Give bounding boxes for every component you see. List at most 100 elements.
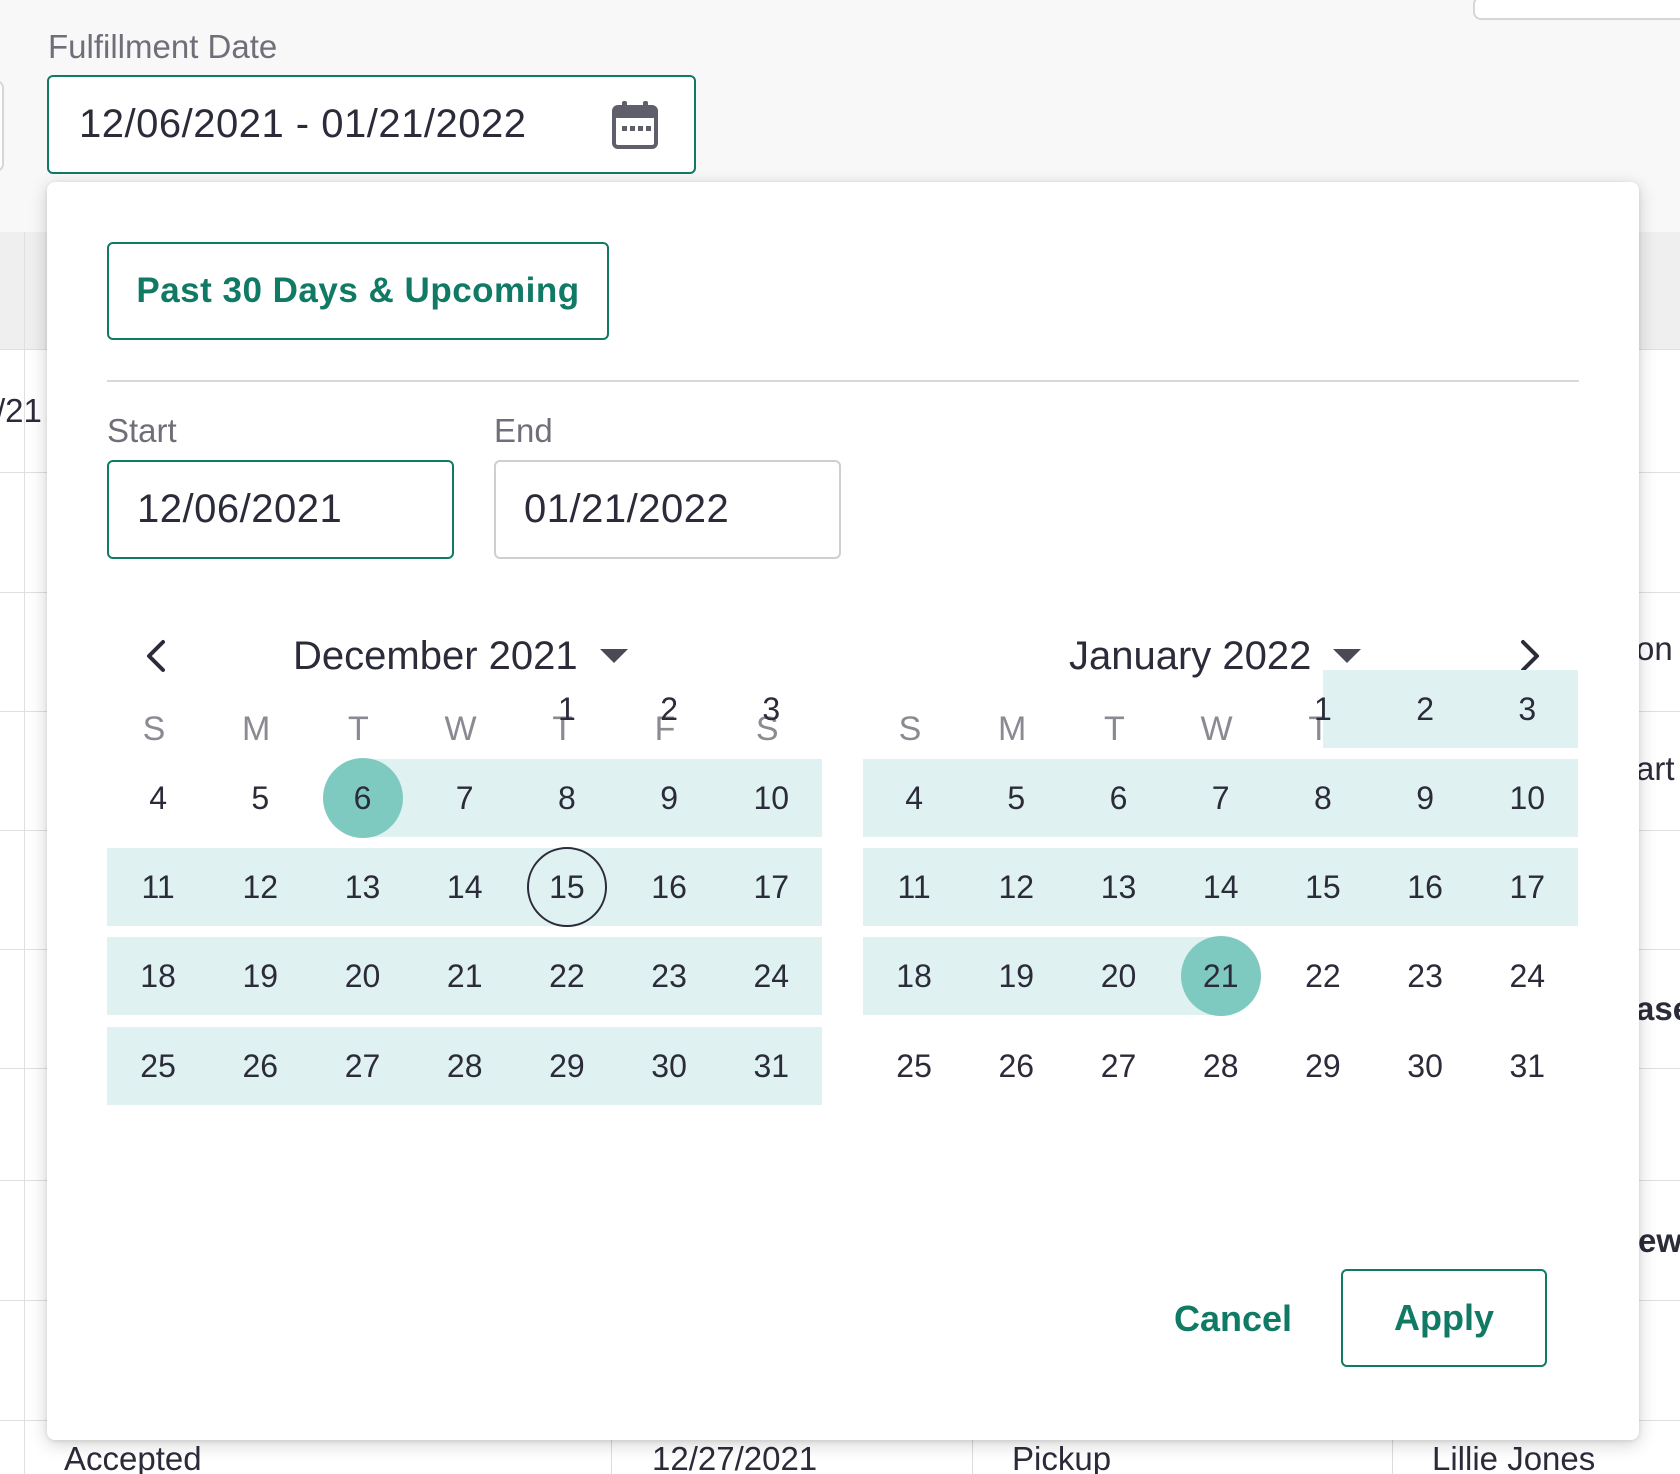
start-label: Start [107, 412, 177, 449]
day-cell[interactable]: 12 [220, 847, 300, 927]
weekday-header: M [998, 710, 1027, 748]
caret-down-icon [599, 649, 628, 663]
day-cell[interactable]: 9 [629, 758, 709, 838]
date-range-popover: Past 30 Days & Upcoming Start 12/06/2021… [47, 182, 1639, 1440]
day-cell[interactable]: 17 [731, 847, 811, 927]
day-cell[interactable]: 22 [527, 936, 607, 1016]
day-cell[interactable]: 10 [1487, 758, 1567, 838]
day-cell[interactable]: 4 [874, 758, 954, 838]
weekday-header: T [1104, 710, 1125, 748]
day-cell[interactable]: 30 [629, 1026, 709, 1106]
day-cell[interactable]: 4 [118, 758, 198, 838]
day-cell[interactable]: 31 [1487, 1026, 1567, 1106]
background-column-divider [972, 1440, 973, 1474]
day-cell[interactable]: 27 [323, 1026, 403, 1106]
day-cell[interactable]: 27 [1079, 1026, 1159, 1106]
day-cell[interactable]: 25 [874, 1026, 954, 1106]
background-cell-fragment: art [1636, 750, 1675, 787]
background-cell-fragment: ase [1636, 990, 1680, 1027]
day-cell[interactable]: 24 [1487, 936, 1567, 1016]
day-cell[interactable]: 25 [118, 1026, 198, 1106]
background-cell-fragment: on [1636, 630, 1673, 667]
day-cell[interactable]: 18 [874, 936, 954, 1016]
day-cell[interactable]: 26 [220, 1026, 300, 1106]
day-cell[interactable]: 28 [425, 1026, 505, 1106]
weekday-header: T [348, 710, 369, 748]
day-cell[interactable]: 1 [1283, 669, 1363, 749]
weekday-header: W [1200, 710, 1233, 748]
fulfillment-date-input[interactable]: 12/06/2021 - 01/21/2022 [47, 75, 696, 174]
day-cell[interactable]: 13 [1079, 847, 1159, 927]
day-cell[interactable]: 21 [425, 936, 505, 1016]
day-cell[interactable]: 5 [976, 758, 1056, 838]
background-date-cell: 12/27/2021 [652, 1440, 818, 1474]
day-cell[interactable]: 24 [731, 936, 811, 1016]
day-cell[interactable]: 2 [1385, 669, 1465, 749]
end-date-input[interactable]: 01/21/2022 [494, 460, 841, 559]
background-filter-field [0, 80, 4, 172]
day-cell[interactable]: 5 [220, 758, 300, 838]
month-title: December 2021 [293, 633, 578, 678]
day-cell[interactable]: 23 [1385, 936, 1465, 1016]
day-cell[interactable]: 19 [220, 936, 300, 1016]
day-cell[interactable]: 29 [527, 1026, 607, 1106]
background-cell-fragment: ew [1638, 1222, 1680, 1259]
day-cell[interactable]: 16 [629, 847, 709, 927]
day-cell[interactable]: 30 [1385, 1026, 1465, 1106]
apply-button[interactable]: Apply [1341, 1269, 1547, 1367]
day-cell-selected[interactable]: 6 [322, 758, 403, 838]
day-cell[interactable]: 20 [323, 936, 403, 1016]
day-cell[interactable]: 15 [1283, 847, 1363, 927]
background-column-divider [611, 1440, 612, 1474]
weekday-header: W [444, 710, 477, 748]
day-cell[interactable]: 22 [1283, 936, 1363, 1016]
background-customer-cell: Lillie Jones [1432, 1440, 1596, 1474]
background-input [1473, 0, 1680, 20]
day-cell[interactable]: 10 [731, 758, 811, 838]
day-cell[interactable]: 1 [527, 669, 607, 749]
month-title: January 2022 [1069, 633, 1312, 678]
day-cell[interactable]: 28 [1181, 1026, 1261, 1106]
preset-past-30-days-button[interactable]: Past 30 Days & Upcoming [107, 242, 609, 340]
day-cell[interactable]: 29 [1283, 1026, 1363, 1106]
day-cell-selected[interactable]: 21 [1180, 936, 1261, 1016]
caret-down-icon [1333, 649, 1362, 663]
start-date-input[interactable]: 12/06/2021 [107, 460, 454, 559]
day-cell[interactable]: 2 [629, 669, 709, 749]
day-cell[interactable]: 16 [1385, 847, 1465, 927]
day-cell[interactable]: 14 [1181, 847, 1261, 927]
background-cell-fragment: /21 [0, 392, 42, 429]
day-cell[interactable]: 13 [323, 847, 403, 927]
day-cell[interactable]: 6 [1079, 758, 1159, 838]
day-cell[interactable]: 3 [731, 669, 811, 749]
day-cell[interactable]: 23 [629, 936, 709, 1016]
day-cell[interactable]: 14 [425, 847, 505, 927]
weekday-header: S [898, 710, 922, 748]
background-column-divider [1392, 1440, 1393, 1474]
day-cell[interactable]: 26 [976, 1026, 1056, 1106]
day-cell[interactable]: 8 [527, 758, 607, 838]
day-cell[interactable]: 3 [1487, 669, 1567, 749]
day-cell[interactable]: 31 [731, 1026, 811, 1106]
day-cell[interactable]: 12 [976, 847, 1056, 927]
day-cell-today[interactable]: 15 [526, 847, 607, 927]
day-cell[interactable]: 8 [1283, 758, 1363, 838]
day-cell[interactable]: 11 [118, 847, 198, 927]
day-cell[interactable]: 19 [976, 936, 1056, 1016]
weekday-header: S [142, 710, 166, 748]
weekday-header: M [242, 710, 271, 748]
calendar-icon[interactable] [610, 99, 660, 151]
day-cell[interactable]: 17 [1487, 847, 1567, 927]
fulfillment-date-label: Fulfillment Date [48, 28, 278, 65]
cancel-button[interactable]: Cancel [1163, 1270, 1303, 1368]
divider [107, 380, 1579, 382]
end-label: End [494, 412, 553, 449]
day-cell[interactable]: 20 [1079, 936, 1159, 1016]
day-cell[interactable]: 18 [118, 936, 198, 1016]
day-cell[interactable]: 7 [425, 758, 505, 838]
background-type-cell: Pickup [1012, 1440, 1112, 1474]
chevron-left-icon[interactable] [129, 628, 185, 684]
day-cell[interactable]: 9 [1385, 758, 1465, 838]
day-cell[interactable]: 7 [1181, 758, 1261, 838]
day-cell[interactable]: 11 [874, 847, 954, 927]
